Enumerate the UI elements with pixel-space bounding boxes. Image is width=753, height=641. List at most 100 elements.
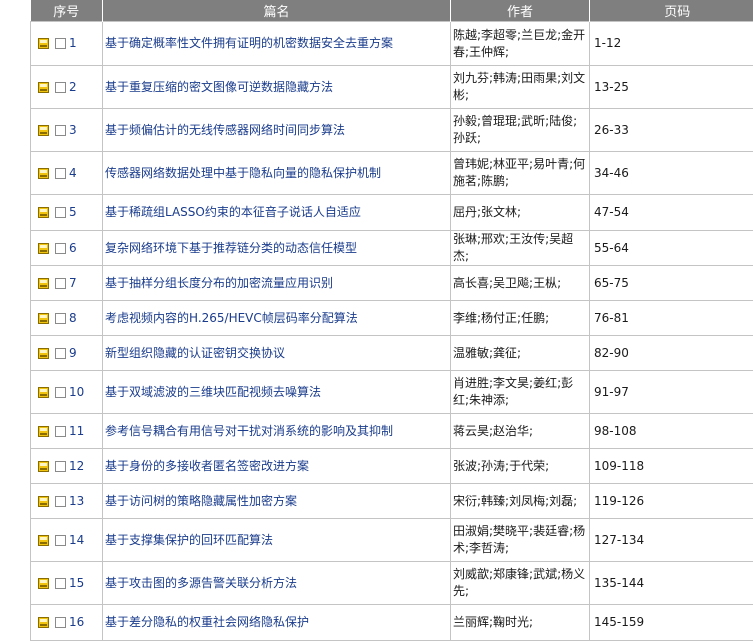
pdf-download-icon[interactable] xyxy=(38,168,49,179)
authors-cell: 温雅敏;龚征; xyxy=(451,336,590,371)
table-row: 6复杂网络环境下基于推荐链分类的动态信任模型张琳;邢欢;王汝传;吴超杰;55-6… xyxy=(31,231,753,266)
article-title-link[interactable]: 基于稀疏组LASSO约束的本征音子说话人自适应 xyxy=(105,205,361,219)
article-title-link[interactable]: 基于双域滤波的三维块匹配视频去噪算法 xyxy=(105,385,321,399)
title-cell: 传感器网络数据处理中基于隐私向量的隐私保护机制 xyxy=(103,152,451,195)
title-cell: 基于身份的多接收者匿名签密改进方案 xyxy=(103,449,451,484)
row-number: 15 xyxy=(69,576,84,590)
table-row: 11参考信号耦合有用信号对干扰对消系统的影响及其抑制蒋云昊;赵治华;98-108 xyxy=(31,414,753,449)
pages-cell: 65-75 xyxy=(590,266,753,301)
select-checkbox[interactable] xyxy=(55,82,66,93)
title-cell: 基于频偏估计的无线传感器网络时间同步算法 xyxy=(103,109,451,152)
select-checkbox[interactable] xyxy=(55,38,66,49)
row-number: 13 xyxy=(69,494,84,508)
select-checkbox[interactable] xyxy=(55,243,66,254)
pdf-download-icon[interactable] xyxy=(38,348,49,359)
pdf-download-icon[interactable] xyxy=(38,496,49,507)
index-cell: 9 xyxy=(31,336,103,371)
article-title-link[interactable]: 基于抽样分组长度分布的加密流量应用识别 xyxy=(105,276,333,290)
pdf-download-icon[interactable] xyxy=(38,535,49,546)
title-cell: 基于确定概率性文件拥有证明的机密数据安全去重方案 xyxy=(103,22,451,66)
row-number: 11 xyxy=(69,424,84,438)
pages-cell: 13-25 xyxy=(590,66,753,109)
select-checkbox[interactable] xyxy=(55,387,66,398)
row-number: 1 xyxy=(69,36,77,50)
article-title-link[interactable]: 基于攻击图的多源告警关联分析方法 xyxy=(105,576,297,590)
pages-cell: 47-54 xyxy=(590,195,753,231)
title-cell: 复杂网络环境下基于推荐链分类的动态信任模型 xyxy=(103,231,451,266)
select-checkbox[interactable] xyxy=(55,461,66,472)
row-number: 3 xyxy=(69,123,77,137)
article-table: 序号 篇名 作者 页码 1 基于确定概率性文件拥有证明的机密数据安全去重方案 陈越;… xyxy=(30,0,753,641)
select-checkbox[interactable] xyxy=(55,168,66,179)
pdf-download-icon[interactable] xyxy=(38,207,49,218)
select-checkbox[interactable] xyxy=(55,496,66,507)
table-row: 10基于双域滤波的三维块匹配视频去噪算法肖进胜;李文昊;姜红;彭红;朱神添;91… xyxy=(31,371,753,414)
select-checkbox[interactable] xyxy=(55,125,66,136)
select-checkbox[interactable] xyxy=(55,348,66,359)
select-checkbox[interactable] xyxy=(55,278,66,289)
article-title-link[interactable]: 基于身份的多接收者匿名签密改进方案 xyxy=(105,459,309,473)
article-title-link[interactable]: 复杂网络环境下基于推荐链分类的动态信任模型 xyxy=(105,241,357,255)
authors-cell: 屈丹;张文林; xyxy=(451,195,590,231)
select-checkbox[interactable] xyxy=(55,426,66,437)
header-index: 序号 xyxy=(31,0,103,22)
select-checkbox[interactable] xyxy=(55,535,66,546)
select-checkbox[interactable] xyxy=(55,578,66,589)
article-title-link[interactable]: 基于差分隐私的权重社会网络隐私保护 xyxy=(105,615,309,629)
pages-cell: 145-159 xyxy=(590,605,753,641)
pages-cell: 82-90 xyxy=(590,336,753,371)
pdf-download-icon[interactable] xyxy=(38,578,49,589)
select-checkbox[interactable] xyxy=(55,617,66,628)
article-title-link[interactable]: 考虑视频内容的H.265/HEVC帧层码率分配算法 xyxy=(105,311,358,325)
row-number: 10 xyxy=(69,385,84,399)
select-checkbox[interactable] xyxy=(55,313,66,324)
table-row: 16基于差分隐私的权重社会网络隐私保护兰丽辉;鞠时光;145-159 xyxy=(31,605,753,641)
row-number: 12 xyxy=(69,459,84,473)
table-row: 9新型组织隐藏的认证密钥交换协议 温雅敏;龚征;82-90 xyxy=(31,336,753,371)
row-number: 7 xyxy=(69,276,77,290)
pages-cell: 26-33 xyxy=(590,109,753,152)
article-title-link[interactable]: 基于支撑集保护的回环匹配算法 xyxy=(105,533,273,547)
pdf-download-icon[interactable] xyxy=(38,82,49,93)
pages-cell: 55-64 xyxy=(590,231,753,266)
pdf-download-icon[interactable] xyxy=(38,387,49,398)
article-title-link[interactable]: 新型组织隐藏的认证密钥交换协议 xyxy=(105,346,285,360)
pdf-download-icon[interactable] xyxy=(38,243,49,254)
pdf-download-icon[interactable] xyxy=(38,426,49,437)
row-number: 14 xyxy=(69,533,84,547)
pages-cell: 1-12 xyxy=(590,22,753,66)
pdf-download-icon[interactable] xyxy=(38,313,49,324)
article-title-link[interactable]: 基于频偏估计的无线传感器网络时间同步算法 xyxy=(105,123,345,137)
table-header-row: 序号 篇名 作者 页码 xyxy=(31,0,753,22)
row-number: 8 xyxy=(69,311,77,325)
index-cell: 15 xyxy=(31,562,103,605)
select-checkbox[interactable] xyxy=(55,207,66,218)
authors-cell: 田淑娟;樊晓平;裴廷睿;杨术;李哲涛; xyxy=(451,519,590,562)
authors-cell: 宋衍;韩臻;刘凤梅;刘磊; xyxy=(451,484,590,519)
pdf-download-icon[interactable] xyxy=(38,125,49,136)
title-cell: 基于双域滤波的三维块匹配视频去噪算法 xyxy=(103,371,451,414)
pdf-download-icon[interactable] xyxy=(38,278,49,289)
row-number: 16 xyxy=(69,615,84,629)
pdf-download-icon[interactable] xyxy=(38,38,49,49)
authors-cell: 陈越;李超零;兰巨龙;金开春;王仲辉; xyxy=(451,22,590,66)
pages-cell: 98-108 xyxy=(590,414,753,449)
article-title-link[interactable]: 基于重复压缩的密文图像可逆数据隐藏方法 xyxy=(105,80,333,94)
index-cell: 16 xyxy=(31,605,103,641)
title-cell: 基于支撑集保护的回环匹配算法 xyxy=(103,519,451,562)
title-cell: 参考信号耦合有用信号对干扰对消系统的影响及其抑制 xyxy=(103,414,451,449)
article-title-link[interactable]: 基于访问树的策略隐藏属性加密方案 xyxy=(105,494,297,508)
header-title: 篇名 xyxy=(103,0,451,22)
table-row: 7基于抽样分组长度分布的加密流量应用识别高长喜;吴卫飚;王枞;65-75 xyxy=(31,266,753,301)
article-title-link[interactable]: 传感器网络数据处理中基于隐私向量的隐私保护机制 xyxy=(105,166,381,180)
article-title-link[interactable]: 基于确定概率性文件拥有证明的机密数据安全去重方案 xyxy=(105,36,393,50)
table-row: 5基于稀疏组LASSO约束的本征音子说话人自适应 屈丹;张文林;47-54 xyxy=(31,195,753,231)
pages-cell: 135-144 xyxy=(590,562,753,605)
pdf-download-icon[interactable] xyxy=(38,617,49,628)
index-cell: 5 xyxy=(31,195,103,231)
table-row: 14基于支撑集保护的回环匹配算法田淑娟;樊晓平;裴廷睿;杨术;李哲涛;127-1… xyxy=(31,519,753,562)
article-title-link[interactable]: 参考信号耦合有用信号对干扰对消系统的影响及其抑制 xyxy=(105,424,393,438)
pdf-download-icon[interactable] xyxy=(38,461,49,472)
title-cell: 考虑视频内容的H.265/HEVC帧层码率分配算法 xyxy=(103,301,451,336)
row-number: 4 xyxy=(69,166,77,180)
